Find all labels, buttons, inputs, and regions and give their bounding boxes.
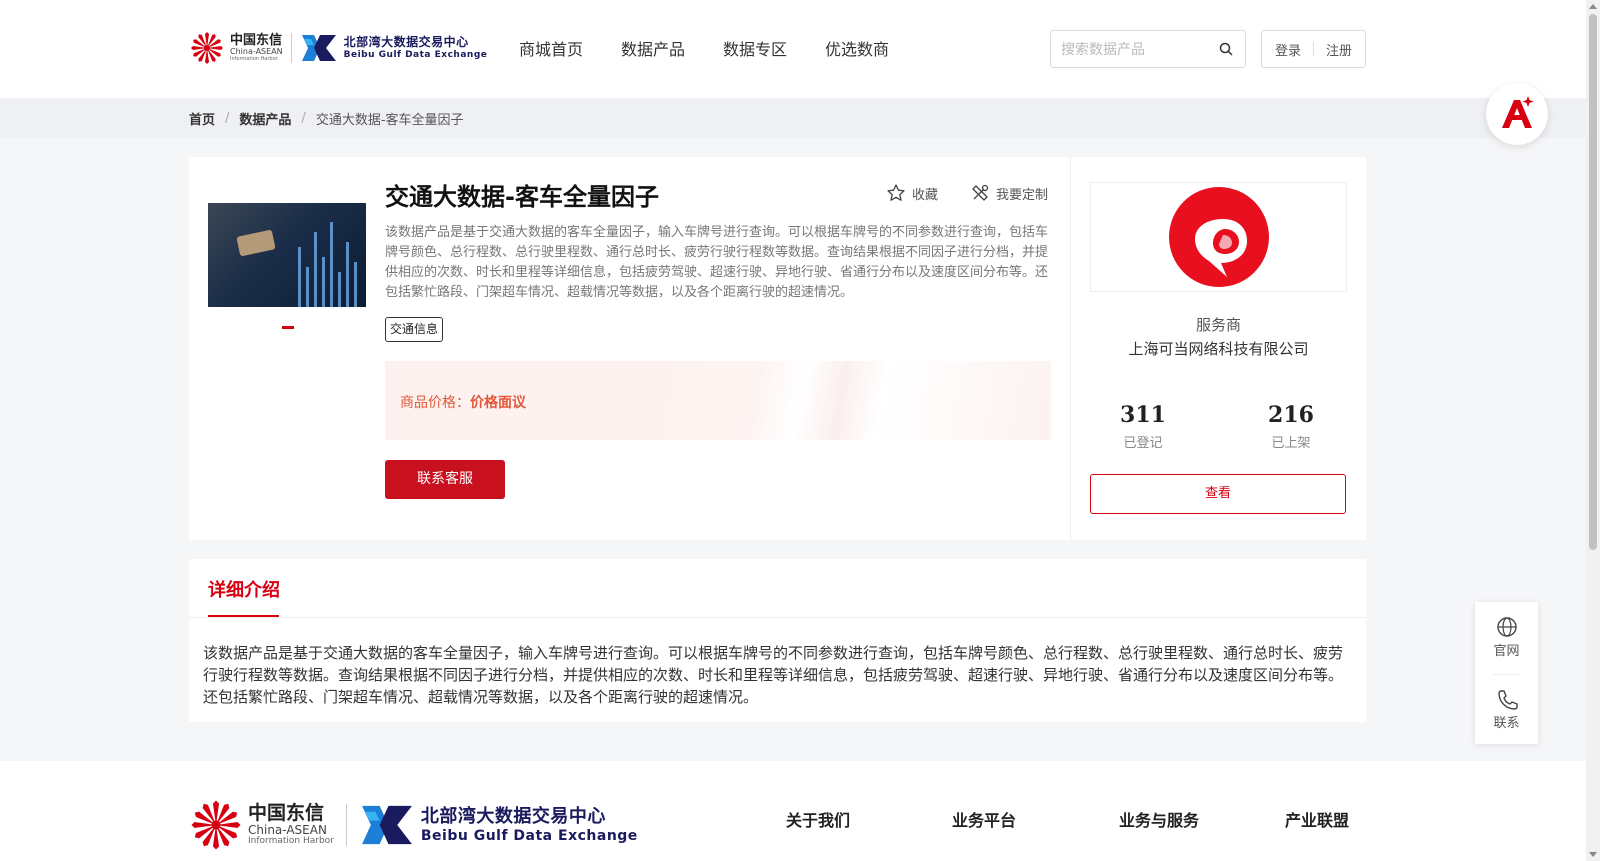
search-input[interactable] xyxy=(1061,31,1211,67)
carousel-indicator[interactable] xyxy=(282,326,294,329)
product-title: 交通大数据-客车全量因子 xyxy=(385,183,659,211)
product-card: 交通大数据-客车全量因子 收藏 我要定制 该数据产品是基于交通大数据的客车全量因… xyxy=(189,157,1366,540)
listed-stat: 216 已上架 xyxy=(1241,402,1341,451)
logo-bbgx-cn: 北部湾大数据交易中心 xyxy=(343,35,469,49)
provider-logo-icon xyxy=(1169,187,1269,287)
nav-selected-merchants[interactable]: 优选数商 xyxy=(825,36,889,60)
footer-logo-divider xyxy=(345,804,347,846)
product-tag[interactable]: 交通信息 xyxy=(385,317,444,342)
side-panel: 官网 联系 xyxy=(1475,602,1538,744)
favorite-label: 收藏 xyxy=(912,187,939,203)
china-asean-logo-icon xyxy=(191,32,223,64)
footer-link-industry-alliance[interactable]: 产业联盟 xyxy=(1285,807,1349,831)
tab-detail-intro[interactable]: 详细介绍 xyxy=(208,576,280,602)
favorite-button[interactable]: 收藏 xyxy=(886,183,938,203)
side-website-button[interactable]: 官网 xyxy=(1475,616,1538,659)
china-asean-logo-icon xyxy=(191,800,241,850)
footer-logo-ct-en2: Information Harbor xyxy=(248,836,334,846)
scroll-down-arrow[interactable] xyxy=(1589,852,1597,857)
registered-stat: 311 已登记 xyxy=(1093,402,1193,451)
login-link[interactable]: 登录 xyxy=(1275,40,1301,59)
footer: 中国东信 China-ASEAN Information Harbor 北部湾大… xyxy=(0,761,1586,861)
price-value: 价格面议 xyxy=(470,395,526,411)
scrollbar-thumb[interactable] xyxy=(1589,14,1597,550)
footer-logo[interactable]: 中国东信 China-ASEAN Information Harbor 北部湾大… xyxy=(190,799,638,851)
card-divider xyxy=(1070,157,1071,540)
nav-data-products[interactable]: 数据产品 xyxy=(621,36,685,60)
globe-icon xyxy=(1496,617,1517,637)
breadcrumb-separator: / xyxy=(225,111,230,126)
footer-logo-bbgx-en: Beibu Gulf Data Exchange xyxy=(420,827,638,844)
phone-icon xyxy=(1497,690,1518,710)
main-nav: 商城首页 数据产品 数据专区 优选数商 xyxy=(519,36,889,60)
logo-ct-cn: 中国东信 xyxy=(230,33,283,48)
customize-label: 我要定制 xyxy=(996,187,1049,203)
customize-button[interactable]: 我要定制 xyxy=(970,183,1048,203)
footer-logo-ct-en: China-ASEAN xyxy=(248,823,327,837)
logo-ct-en2: Information Harbor xyxy=(230,56,278,62)
tools-icon xyxy=(972,184,989,201)
beibu-gulf-logo-icon xyxy=(301,35,336,61)
tab-divider xyxy=(189,617,1366,618)
footer-link-business-platform[interactable]: 业务平台 xyxy=(952,807,1016,831)
ai-assistant-icon xyxy=(1502,96,1534,128)
register-link[interactable]: 注册 xyxy=(1326,40,1352,59)
listed-label: 已上架 xyxy=(1271,436,1311,451)
logo-divider xyxy=(290,33,292,63)
price-line: 商品价格：价格面议 xyxy=(400,392,526,412)
contact-service-button[interactable]: 联系客服 xyxy=(385,460,505,499)
side-contact-label: 联系 xyxy=(1493,716,1520,731)
price-panel: 商品价格：价格面议 xyxy=(385,361,1051,440)
beibu-gulf-logo-icon xyxy=(361,805,412,845)
nav-mall-home[interactable]: 商城首页 xyxy=(519,36,583,60)
registered-count: 311 xyxy=(1120,402,1166,428)
footer-logo-bbgx-cn: 北部湾大数据交易中心 xyxy=(420,805,606,827)
footer-link-business-services[interactable]: 业务与服务 xyxy=(1119,807,1199,831)
view-provider-button[interactable]: 查看 xyxy=(1090,474,1346,514)
provider-name: 上海可当网络科技有限公司 xyxy=(1128,340,1309,358)
search-icon[interactable] xyxy=(1219,42,1233,56)
listed-count: 216 xyxy=(1268,402,1314,428)
footer-link-about[interactable]: 关于我们 xyxy=(786,807,850,831)
auth-divider xyxy=(1313,42,1314,56)
footer-logo-ct-cn: 中国东信 xyxy=(248,802,325,824)
auth-box: 登录 注册 xyxy=(1261,30,1366,68)
logo-ct-en: China-ASEAN xyxy=(230,47,283,56)
registered-label: 已登记 xyxy=(1123,436,1163,451)
page-scrollbar[interactable] xyxy=(1586,0,1600,861)
breadcrumb-home[interactable]: 首页 xyxy=(189,109,215,128)
provider-logo[interactable] xyxy=(1090,182,1347,292)
side-website-label: 官网 xyxy=(1493,644,1520,659)
product-description: 该数据产品是基于交通大数据的客车全量因子，输入车牌号进行查询。可以根据车牌号的不… xyxy=(385,225,1049,300)
scroll-up-arrow[interactable] xyxy=(1589,4,1597,9)
detail-text: 该数据产品是基于交通大数据的客车全量因子，输入车牌号进行查询。可以根据车牌号的不… xyxy=(203,644,1344,706)
provider-label: 服务商 xyxy=(1195,316,1241,334)
breadcrumb-current: 交通大数据-客车全量因子 xyxy=(315,113,464,128)
site-logo[interactable]: 中国东信 China-ASEAN Information Harbor 北部湾大… xyxy=(190,28,487,68)
product-image[interactable] xyxy=(208,203,366,307)
logo-bbgx-en: Beibu Gulf Data Exchange xyxy=(343,50,488,60)
side-divider xyxy=(1493,674,1520,675)
side-contact-button[interactable]: 联系 xyxy=(1475,688,1538,731)
breadcrumb-separator: / xyxy=(301,111,306,126)
price-label: 商品价格： xyxy=(400,395,470,411)
search-box xyxy=(1050,30,1246,68)
breadcrumb: 首页 / 数据产品 / 交通大数据-客车全量因子 xyxy=(0,98,1586,138)
detail-section: 详细介绍 该数据产品是基于交通大数据的客车全量因子，输入车牌号进行查询。可以根据… xyxy=(189,559,1366,722)
breadcrumb-category[interactable]: 数据产品 xyxy=(239,109,291,128)
ai-assistant-button[interactable] xyxy=(1486,83,1548,145)
nav-data-zone[interactable]: 数据专区 xyxy=(723,36,787,60)
header: 中国东信 China-ASEAN Information Harbor 北部湾大… xyxy=(0,0,1586,98)
star-icon xyxy=(887,184,905,201)
